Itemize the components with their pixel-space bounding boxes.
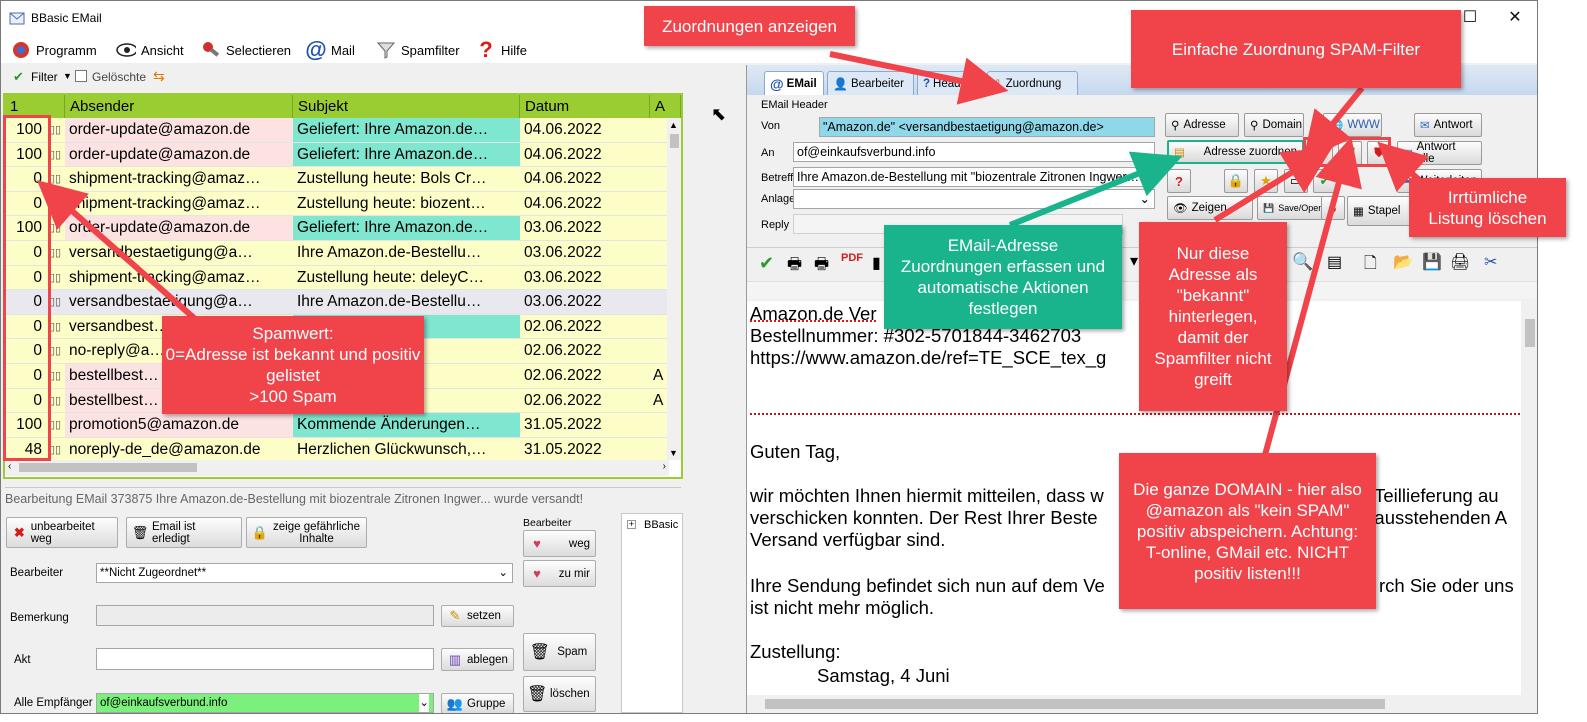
- annotation-wrong-listing: Irrtümliche Listung löschen: [1409, 178, 1566, 237]
- annotation-simple-spam: Einfache Zuordnung SPAM-Filter: [1131, 10, 1461, 88]
- annotation-spam-value: Spamwert: 0=Adresse ist bekannt und posi…: [162, 316, 424, 414]
- annotation-email-assign: EMail-Adresse Zuordnungen erfassen und a…: [884, 225, 1122, 329]
- annotation-domain: Die ganze DOMAIN - hier also @amazon als…: [1119, 453, 1376, 609]
- annotation-show-assignments: Zuordnungen anzeigen: [644, 6, 855, 46]
- annotation-only-address: Nur diese Adresse als "bekannt" hinterle…: [1139, 222, 1287, 411]
